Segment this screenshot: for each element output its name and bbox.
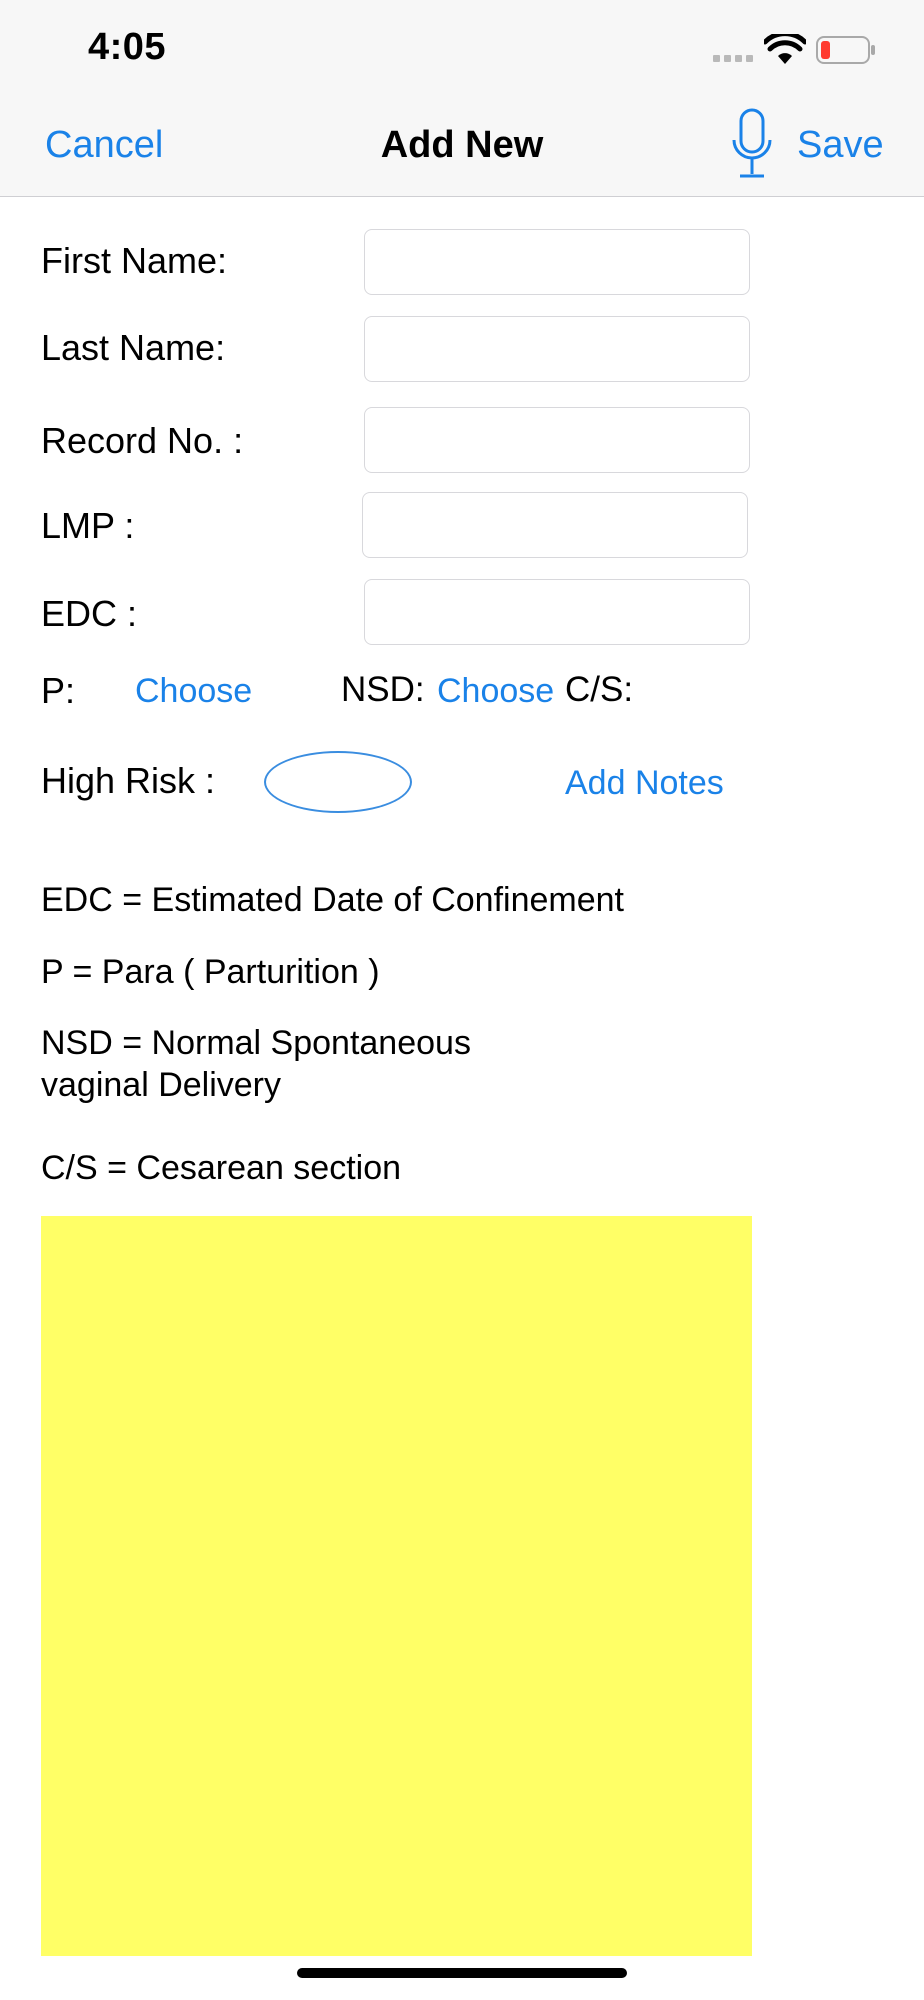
p-choose-button[interactable]: Choose [135,672,252,711]
lmp-label: LMP : [41,505,135,546]
status-time: 4:05 [88,26,167,68]
p-label: P: [41,670,76,711]
first-name-input[interactable] [364,229,750,295]
navigation-bar-divider [0,196,924,197]
high-risk-toggle[interactable] [264,751,412,813]
nsd-choose-button[interactable]: Choose [437,672,554,711]
definition-nsd-line2: vaginal Delivery [41,1066,281,1104]
first-name-label: First Name: [41,240,228,281]
record-no-input[interactable] [364,407,750,473]
edc-input[interactable] [364,579,750,645]
add-notes-button[interactable]: Add Notes [565,764,724,803]
definition-nsd-line1: NSD = Normal Spontaneous [41,1024,471,1062]
definition-edc: EDC = Estimated Date of Confinement [41,881,624,919]
last-name-label: Last Name: [41,327,226,368]
signal-icon [713,55,755,63]
definition-p: P = Para ( Parturition ) [41,953,380,991]
nsd-label: NSD: [341,670,425,709]
wifi-icon [764,34,806,64]
microphone-icon[interactable] [730,108,774,180]
notes-area[interactable] [41,1216,752,1956]
save-button[interactable]: Save [797,124,884,167]
record-no-label: Record No. : [41,420,244,461]
last-name-input[interactable] [364,316,750,382]
home-indicator [297,1968,627,1978]
cs-label: C/S: [565,670,634,709]
definition-cs: C/S = Cesarean section [41,1149,402,1187]
edc-label: EDC : [41,593,138,634]
page-title: Add New [380,124,544,166]
battery-icon [816,36,875,64]
high-risk-label: High Risk : [41,760,216,801]
lmp-input[interactable] [362,492,748,558]
